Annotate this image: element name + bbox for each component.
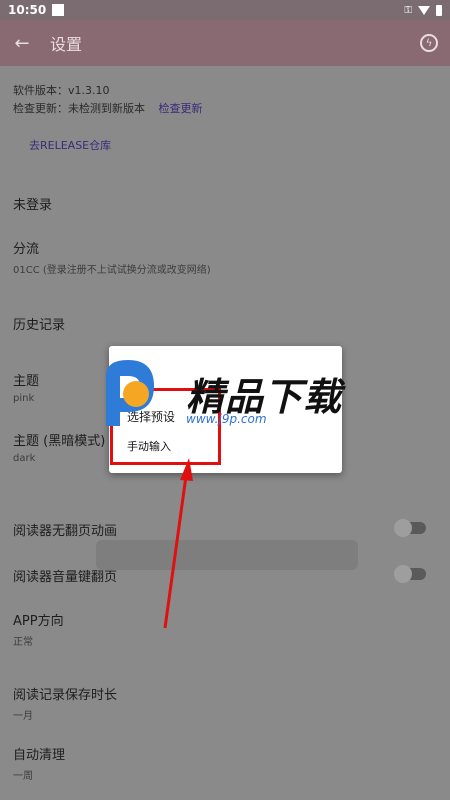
page-title: 设置 bbox=[50, 35, 83, 54]
setting-auto-clean[interactable]: 自动清理 一周 bbox=[13, 744, 65, 782]
setting-label: 阅读器无翻页动画 bbox=[13, 524, 118, 539]
setting-theme-dark[interactable]: 主题 (黑暗模式) dark bbox=[13, 430, 105, 464]
check-update-link[interactable]: 检查更新 bbox=[159, 102, 203, 115]
setting-label: 分流 bbox=[13, 242, 40, 257]
setting-value: 一周 bbox=[13, 771, 33, 782]
volume-key-toggle[interactable] bbox=[394, 565, 426, 583]
setting-login[interactable]: 未登录 bbox=[13, 194, 52, 213]
status-bar: 10:50 ⚿ bbox=[0, 0, 450, 20]
setting-value: pink bbox=[13, 393, 35, 404]
bolt-icon[interactable]: ϟ bbox=[420, 34, 438, 52]
setting-no-page-anim[interactable]: 阅读器无翻页动画 bbox=[13, 520, 117, 539]
status-time: 10:50 bbox=[8, 3, 47, 17]
setting-label: 主题 (黑暗模式) bbox=[13, 434, 106, 449]
app-bar: ← 设置 ϟ bbox=[0, 20, 450, 66]
watermark-url: www.j9p.com bbox=[186, 412, 267, 426]
setting-label: APP方向 bbox=[13, 614, 64, 629]
update-check-text: 检查更新：未检测到新版本 bbox=[13, 102, 145, 115]
setting-route[interactable]: 分流 01CC (登录注册不上试试换分流或改变网络) bbox=[13, 238, 211, 276]
vpn-key-icon: ⚿ bbox=[404, 4, 412, 16]
toggle-knob bbox=[394, 519, 412, 537]
setting-label: 未登录 bbox=[13, 198, 53, 213]
battery-icon bbox=[436, 4, 442, 16]
back-arrow-icon[interactable]: ← bbox=[0, 33, 44, 54]
setting-label: 历史记录 bbox=[13, 318, 66, 333]
setting-label: 阅读器音量键翻页 bbox=[13, 570, 118, 585]
wifi-icon bbox=[418, 5, 430, 15]
setting-label: 阅读记录保存时长 bbox=[13, 688, 118, 703]
release-link[interactable]: 去RELEASE仓库 bbox=[29, 137, 111, 153]
version-block: 软件版本：v1.3.10 检查更新：未检测到新版本 检查更新 bbox=[13, 82, 203, 116]
setting-volume-key[interactable]: 阅读器音量键翻页 bbox=[13, 566, 117, 585]
notification-icon bbox=[52, 4, 65, 16]
watermark-logo-icon bbox=[106, 360, 154, 426]
setting-history[interactable]: 历史记录 bbox=[13, 314, 65, 333]
setting-value: 01CC (登录注册不上试试换分流或改变网络) bbox=[13, 265, 211, 276]
setting-value: 一月 bbox=[13, 711, 33, 722]
update-status: 检查更新：未检测到新版本 检查更新 bbox=[13, 100, 203, 116]
no-page-anim-toggle[interactable] bbox=[394, 519, 426, 537]
setting-orientation[interactable]: APP方向 正常 bbox=[13, 610, 64, 648]
setting-label: 主题 bbox=[13, 374, 40, 389]
setting-history-duration[interactable]: 阅读记录保存时长 一月 bbox=[13, 684, 117, 722]
setting-label: 自动清理 bbox=[13, 748, 66, 763]
toggle-knob bbox=[394, 565, 412, 583]
dialog-shadow bbox=[96, 540, 358, 570]
software-version: 软件版本：v1.3.10 bbox=[13, 84, 110, 97]
setting-value: dark bbox=[13, 453, 36, 464]
setting-theme[interactable]: 主题 pink bbox=[13, 370, 39, 404]
setting-value: 正常 bbox=[13, 637, 33, 648]
